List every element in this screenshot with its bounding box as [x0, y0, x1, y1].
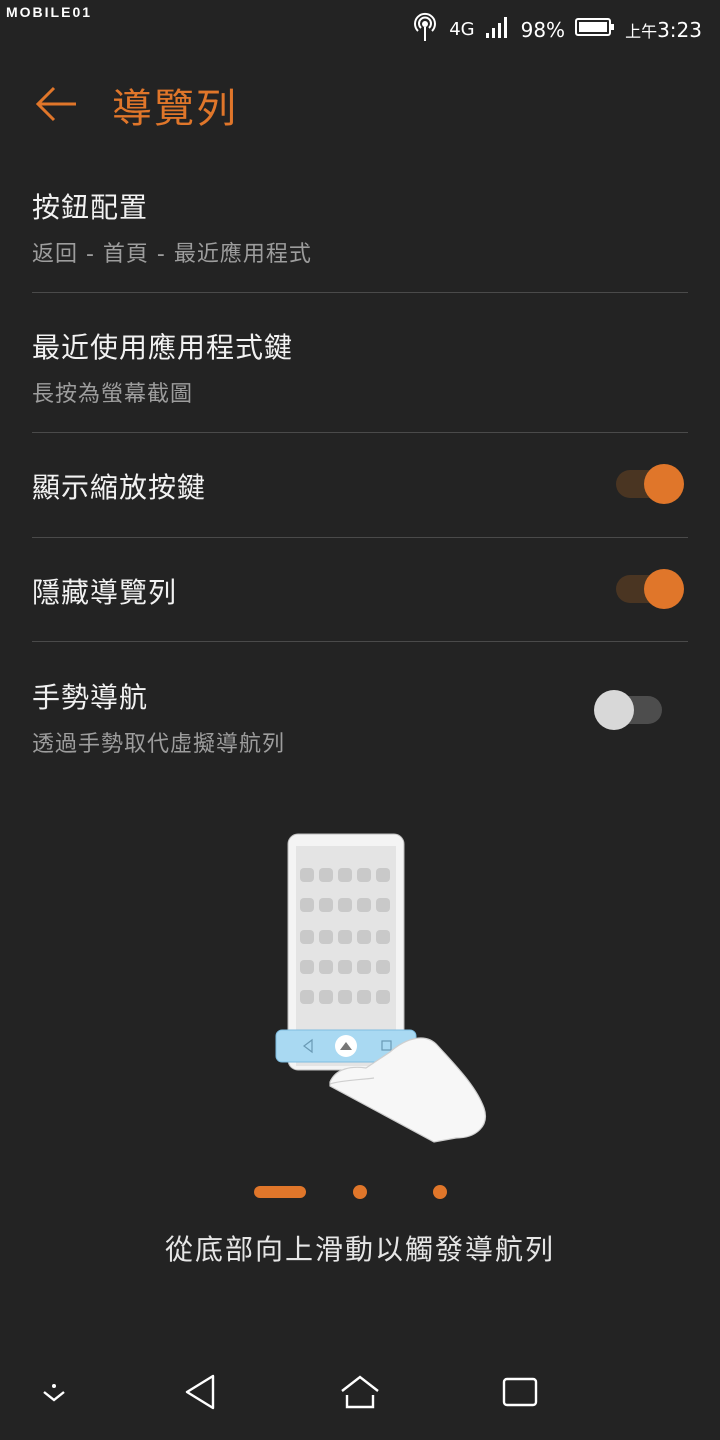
gesture-illustration	[270, 832, 500, 1152]
setting-recents-key[interactable]: 最近使用應用程式鍵 長按為螢幕截圖	[32, 326, 688, 408]
show-zoom-key-toggle[interactable]	[614, 464, 686, 504]
home-icon	[341, 1375, 379, 1409]
setting-gesture-navigation[interactable]: 手勢導航 透過手勢取代虛擬導航列	[32, 676, 688, 758]
gesture-navigation-toggle[interactable]	[594, 690, 666, 730]
setting-label: 按鈕配置	[32, 191, 149, 224]
page-indicator-active[interactable]	[254, 1186, 306, 1198]
setting-label: 最近使用應用程式鍵	[32, 331, 294, 364]
clock-time: 3:23	[657, 17, 702, 42]
system-nav-bar	[0, 1344, 720, 1440]
page-indicator	[0, 1185, 720, 1202]
nav-home-button[interactable]	[330, 1364, 390, 1420]
page-title: 導覽列	[112, 86, 238, 132]
watermark: MOBILE01	[6, 4, 93, 20]
divider	[32, 641, 688, 642]
back-button[interactable]	[30, 78, 82, 130]
expand-icon	[43, 1384, 65, 1402]
clock: 上午3:23	[625, 18, 702, 42]
nav-recents-button[interactable]	[490, 1364, 550, 1420]
setting-summary: 長按為螢幕截圖	[32, 382, 194, 407]
signal-icon	[485, 15, 511, 44]
toggle-thumb	[594, 690, 634, 730]
page-indicator-dot[interactable]	[353, 1185, 367, 1199]
status-bar: MOBILE01 4G 98% 上午3:23	[0, 0, 720, 52]
divider	[32, 537, 688, 538]
toggle-thumb	[644, 464, 684, 504]
page-indicator-dot[interactable]	[433, 1185, 447, 1199]
setting-label: 顯示縮放按鍵	[32, 471, 207, 504]
clock-prefix: 上午	[625, 21, 658, 41]
setting-summary: 返回 - 首頁 - 最近應用程式	[32, 242, 312, 267]
back-icon	[185, 1374, 215, 1410]
expand-button[interactable]	[24, 1364, 84, 1420]
battery-level: 98%	[520, 17, 566, 42]
setting-label: 隱藏導覽列	[32, 576, 178, 609]
tutorial-caption: 從底部向上滑動以觸發導航列	[164, 1233, 555, 1266]
toggle-thumb	[644, 569, 684, 609]
battery-icon	[575, 17, 615, 42]
app-bar: 導覽列	[0, 70, 720, 134]
nav-back-button[interactable]	[170, 1364, 230, 1420]
setting-hide-navbar[interactable]: 隱藏導覽列	[32, 571, 688, 611]
setting-summary: 透過手勢取代虛擬導航列	[32, 732, 286, 757]
status-icons: 4G 98% 上午3:23	[411, 12, 702, 47]
recents-icon	[502, 1377, 538, 1407]
setting-show-zoom-key[interactable]: 顯示縮放按鍵	[32, 466, 688, 506]
setting-button-layout[interactable]: 按鈕配置 返回 - 首頁 - 最近應用程式	[32, 186, 688, 268]
divider	[32, 292, 688, 293]
hotspot-icon	[411, 12, 439, 47]
back-arrow-icon	[35, 86, 76, 122]
hide-navbar-toggle[interactable]	[614, 569, 686, 609]
network-type: 4G	[449, 19, 475, 40]
setting-label: 手勢導航	[32, 681, 149, 714]
divider	[32, 432, 688, 433]
